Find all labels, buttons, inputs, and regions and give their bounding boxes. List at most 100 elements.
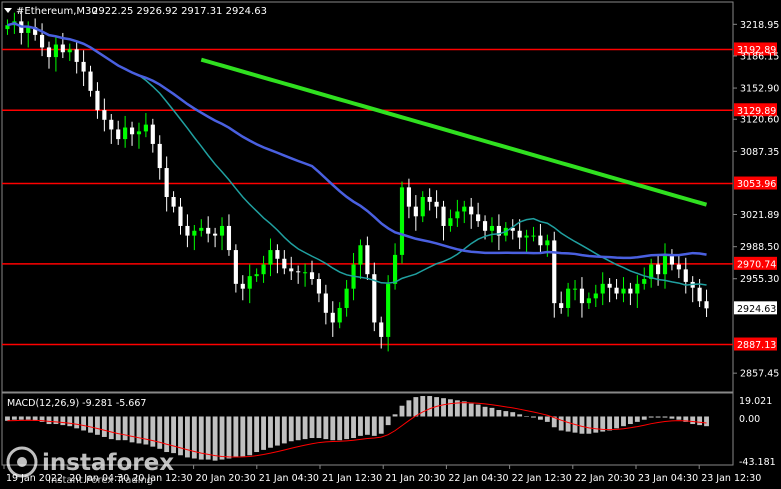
macd-bar [385, 416, 391, 426]
candle-body [566, 288, 571, 308]
macd-bar [337, 416, 343, 441]
macd-bar [53, 416, 59, 425]
candle-body [247, 276, 252, 289]
candle-body [621, 288, 626, 294]
candle-body [344, 288, 349, 308]
macd-bar [524, 416, 530, 417]
candle-body [213, 233, 218, 236]
candle-body [559, 303, 564, 308]
macd-bar [316, 416, 322, 439]
macd-bar [46, 416, 52, 425]
macd-bar [129, 416, 135, 443]
macd-bar [178, 416, 183, 456]
candle-body [102, 110, 107, 120]
macd-bar [586, 416, 592, 434]
macd-bar [517, 414, 523, 417]
candle-body [171, 197, 176, 207]
candle-body [109, 119, 114, 130]
candle-body [399, 187, 405, 255]
chart-background [0, 0, 781, 489]
candle-body [157, 143, 162, 169]
time-tick-label: 23 Jan 04:30 [638, 473, 698, 484]
macd-bar [281, 416, 287, 444]
price-tick-label: 3152.90 [740, 84, 779, 95]
price-tick-label: 3087.35 [740, 147, 779, 158]
macd-bar [648, 416, 654, 418]
macd-bar [614, 416, 619, 429]
macd-bar [150, 416, 156, 447]
candle-body [46, 47, 52, 58]
macd-bar [261, 416, 266, 450]
macd-bar [233, 416, 239, 458]
macd-bar [5, 416, 10, 421]
macd-bar [219, 416, 225, 460]
macd-bar [18, 416, 24, 420]
macd-bar [74, 416, 80, 429]
candle-body [316, 279, 322, 294]
macd-bar [482, 406, 488, 417]
candle-body [462, 206, 467, 212]
candle-body [628, 288, 633, 294]
candle-body [337, 307, 342, 323]
macd-bar [441, 398, 446, 417]
macd-bar [364, 416, 370, 435]
time-tick-label: 22 Jan 20:30 [575, 473, 635, 484]
level-label: 3053.96 [737, 179, 776, 190]
macd-bar [676, 416, 682, 420]
macd-bar [510, 412, 516, 417]
macd-bar [226, 416, 232, 459]
macd-bar [344, 416, 350, 440]
candle-body [123, 127, 128, 140]
macd-bar [268, 416, 273, 448]
candle-body [386, 283, 391, 337]
candle-body [136, 131, 142, 135]
macd-bar [448, 399, 453, 417]
candle-body [240, 283, 245, 289]
macd-bar [704, 416, 709, 427]
price-tick-label: 2857.45 [740, 369, 779, 380]
macd-bar [690, 416, 696, 425]
macd-bar [164, 416, 170, 453]
price-chart[interactable]: 3192.893129.893053.962970.742887.13 3218… [0, 0, 781, 489]
macd-bar [621, 416, 626, 427]
candle-body [579, 288, 585, 304]
candle-body [642, 279, 647, 284]
macd-bar [634, 416, 640, 422]
candle-body [697, 287, 702, 302]
candle-body [150, 124, 155, 144]
candle-body [524, 235, 529, 238]
macd-bar [371, 416, 377, 436]
macd-bar [399, 405, 405, 417]
candle-body [143, 124, 148, 132]
macd-bar [655, 416, 661, 418]
macd-bar [274, 416, 280, 446]
candle-body [358, 245, 363, 265]
macd-label: MACD(12,26,9) -9.281 -5.667 [7, 398, 146, 409]
candle-body [116, 129, 121, 140]
candle-body [261, 264, 266, 275]
macd-bar [669, 416, 675, 419]
candle-body [39, 34, 45, 48]
candle-body [309, 272, 315, 280]
candle-body [434, 201, 439, 207]
candle-body [275, 250, 280, 259]
price-tick-label: 3218.95 [740, 20, 779, 31]
candle-body [607, 283, 612, 288]
candle-body [303, 272, 308, 274]
macd-bar [95, 416, 100, 435]
candle-body [662, 254, 668, 275]
macd-bar [11, 416, 17, 420]
candle-body [676, 264, 681, 270]
time-tick-label: 23 Jan 12:30 [701, 473, 761, 484]
macd-bar [503, 411, 509, 417]
candle-body [531, 235, 536, 237]
macd-bar [427, 396, 433, 417]
candle-body [129, 127, 135, 135]
candle-body [704, 301, 709, 309]
macd-axis-zero: 0.00 [739, 414, 760, 425]
macd-bar [184, 416, 190, 458]
candle-body [552, 240, 557, 304]
macd-bar [413, 397, 419, 417]
macd-bar [254, 416, 260, 453]
ohlc-values: 2922.25 2926.92 2917.31 2924.63 [92, 6, 267, 17]
